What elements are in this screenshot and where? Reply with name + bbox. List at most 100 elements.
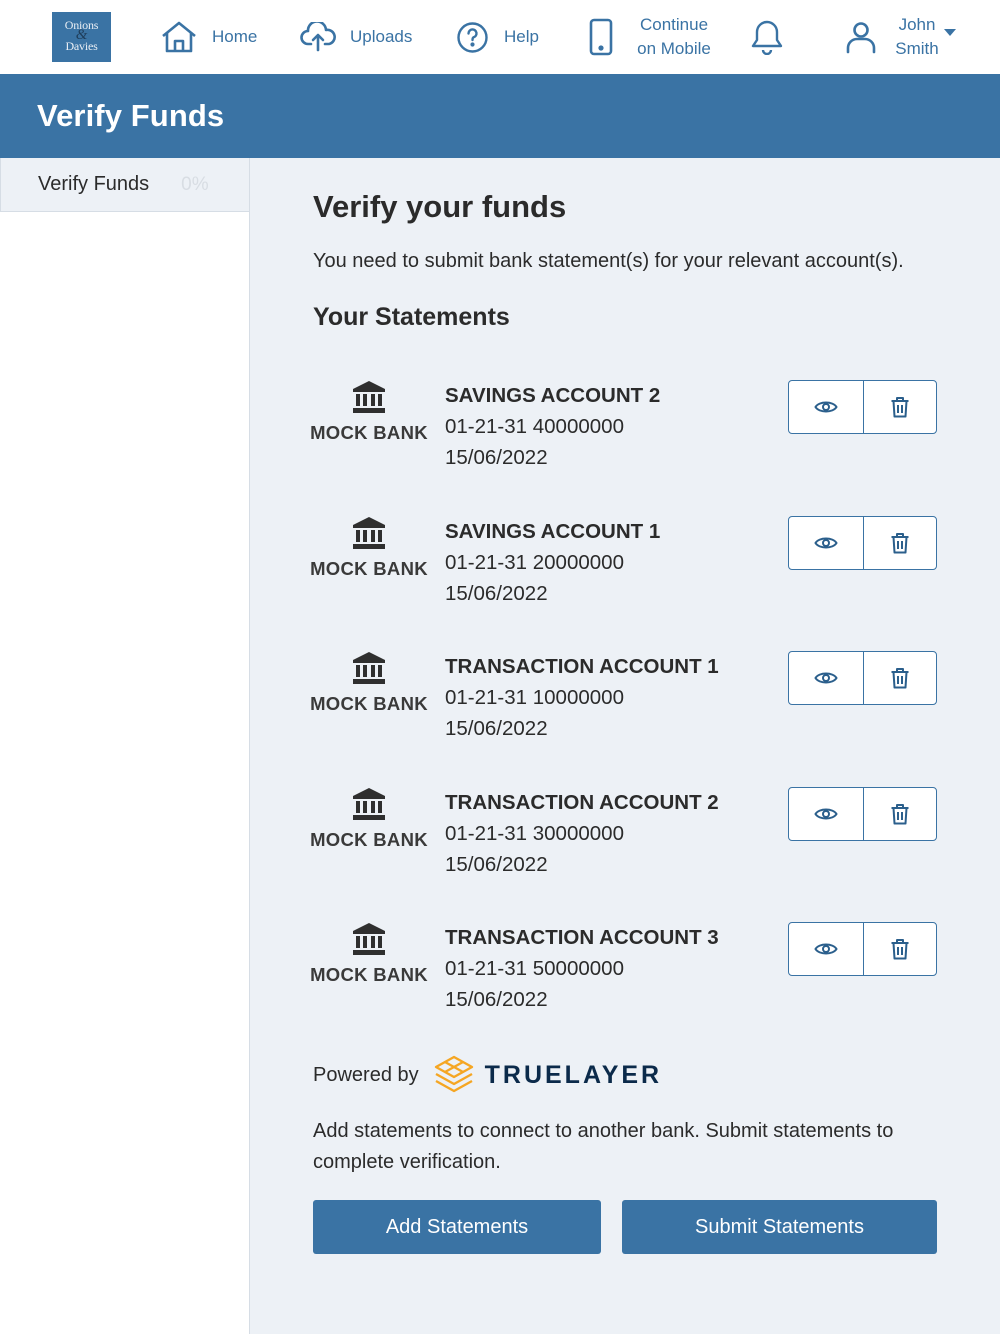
statement-date: 15/06/2022 xyxy=(445,988,548,1011)
account-details: SAVINGS ACCOUNT 1 01-21-31 20000000 15/0… xyxy=(445,516,660,609)
page-title: Verify Funds xyxy=(37,98,225,133)
view-statement-button[interactable] xyxy=(789,923,863,975)
statement-actions xyxy=(788,786,937,841)
bank-building-icon xyxy=(353,923,385,955)
bank-building-icon xyxy=(353,381,385,413)
nav-home-label: Home xyxy=(212,27,258,46)
bank-building-icon xyxy=(353,652,385,684)
provider-name: TRUELAYER xyxy=(484,1060,663,1089)
bell-icon xyxy=(751,20,783,55)
company-logo[interactable]: Onions & Davies xyxy=(52,12,111,62)
bank-name: MOCK BANK xyxy=(310,557,428,579)
trash-icon xyxy=(891,397,909,418)
view-statement-button[interactable] xyxy=(789,652,863,704)
trash-icon xyxy=(891,668,909,689)
home-icon xyxy=(162,21,196,53)
intro-text: You need to submit bank statement(s) for… xyxy=(313,250,904,272)
account-details: SAVINGS ACCOUNT 2 01-21-31 40000000 15/0… xyxy=(445,380,660,473)
account-number: 01-21-31 20000000 xyxy=(445,550,624,574)
bank-name: MOCK BANK xyxy=(310,422,428,443)
account-number: 01-21-31 50000000 xyxy=(445,957,624,980)
mobile-phone-icon xyxy=(589,18,613,56)
view-statement-button[interactable] xyxy=(789,788,863,840)
eye-icon xyxy=(814,537,838,548)
cloud-upload-icon xyxy=(300,22,336,52)
trash-icon xyxy=(891,803,909,824)
view-statement-button[interactable] xyxy=(789,381,863,433)
account-number: 01-21-31 10000000 xyxy=(445,686,624,709)
account-number: 01-21-31 40000000 xyxy=(445,415,624,438)
delete-statement-button[interactable] xyxy=(862,652,937,704)
bank-name: MOCK BANK xyxy=(310,693,428,714)
delete-statement-button[interactable] xyxy=(862,787,937,840)
nav-continue-on-mobile[interactable]: Continue on Mobile xyxy=(588,0,714,74)
section-heading: Verify your funds xyxy=(313,189,567,224)
bank-block: MOCK BANK xyxy=(310,922,428,986)
bank-building-icon xyxy=(353,787,385,820)
account-name: TRANSACTION ACCOUNT 3 xyxy=(445,926,719,949)
account-name: TRANSACTION ACCOUNT 2 xyxy=(445,790,719,814)
logo-line2: Davies xyxy=(65,39,98,53)
sidebar-item-progress: 0% xyxy=(181,173,209,195)
sidebar: Verify Funds 0% xyxy=(0,158,250,1334)
account-details: TRANSACTION ACCOUNT 1 01-21-31 10000000 … xyxy=(445,651,719,744)
bank-block: MOCK BANK xyxy=(310,380,428,444)
eye-icon xyxy=(814,401,838,413)
statement-actions xyxy=(788,922,937,976)
sidebar-item-label: Verify Funds xyxy=(38,173,150,195)
account-name: TRANSACTION ACCOUNT 1 xyxy=(445,655,719,678)
statement-item: MOCK BANK SAVINGS ACCOUNT 2 01-21-31 400… xyxy=(310,380,950,480)
bank-name: MOCK BANK xyxy=(310,964,428,985)
instructions-text: Add statements to connect to another ban… xyxy=(313,1120,894,1173)
statement-item: MOCK BANK SAVINGS ACCOUNT 1 01-21-31 200… xyxy=(310,515,950,616)
add-statements-button[interactable]: Add Statements xyxy=(313,1200,601,1254)
account-name: SAVINGS ACCOUNT 2 xyxy=(445,384,661,407)
nav-help-label: Help xyxy=(504,27,539,46)
sidebar-item-verify-funds[interactable]: Verify Funds 0% xyxy=(0,158,250,212)
user-name: John Smith xyxy=(895,14,939,59)
statements-heading: Your Statements xyxy=(313,303,510,331)
chevron-down-icon[interactable] xyxy=(944,28,956,36)
statement-actions xyxy=(788,380,937,434)
trash-icon xyxy=(891,939,909,960)
statement-item: MOCK BANK TRANSACTION ACCOUNT 1 01-21-31… xyxy=(310,651,950,751)
main-content: Verify your funds You need to submit ban… xyxy=(250,158,1000,1334)
nav-uploads-label: Uploads xyxy=(350,27,413,46)
user-menu[interactable]: John Smith xyxy=(845,0,956,74)
statement-date: 15/06/2022 xyxy=(445,852,548,876)
account-details: TRANSACTION ACCOUNT 2 01-21-31 30000000 … xyxy=(445,787,719,880)
powered-by: Powered by TRUELAYER xyxy=(313,1055,662,1095)
top-navigation: Onions & Davies Home Uploads Help Contin… xyxy=(0,0,1000,74)
truelayer-logo-icon xyxy=(434,1055,473,1093)
submit-statements-button[interactable]: Submit Statements xyxy=(622,1200,937,1254)
statement-date: 15/06/2022 xyxy=(445,717,548,740)
trash-icon xyxy=(891,532,909,553)
statement-actions xyxy=(788,515,937,570)
bank-block: MOCK BANK xyxy=(310,787,428,851)
statement-date: 15/06/2022 xyxy=(445,446,548,469)
powered-by-label: Powered by xyxy=(313,1063,419,1086)
statement-actions xyxy=(788,651,937,705)
notifications-button[interactable] xyxy=(750,0,784,74)
delete-statement-button[interactable] xyxy=(862,381,937,433)
eye-icon xyxy=(814,808,838,819)
nav-uploads[interactable]: Uploads xyxy=(300,0,412,74)
help-circle-icon xyxy=(457,21,488,53)
nav-home[interactable]: Home xyxy=(160,0,257,74)
nav-help[interactable]: Help xyxy=(456,0,539,74)
page-banner: Verify Funds xyxy=(0,74,1000,158)
nav-mobile-label: Continue on Mobile xyxy=(637,14,711,59)
bank-name: MOCK BANK xyxy=(310,828,428,850)
delete-statement-button[interactable] xyxy=(862,923,937,975)
statement-item: MOCK BANK TRANSACTION ACCOUNT 2 01-21-31… xyxy=(310,786,950,887)
view-statement-button[interactable] xyxy=(789,517,863,569)
statement-date: 15/06/2022 xyxy=(445,581,548,605)
delete-statement-button[interactable] xyxy=(862,516,937,569)
eye-icon xyxy=(814,943,838,955)
user-icon xyxy=(846,22,876,54)
eye-icon xyxy=(814,672,838,684)
account-name: SAVINGS ACCOUNT 1 xyxy=(445,519,661,543)
bank-building-icon xyxy=(353,516,385,549)
account-number: 01-21-31 30000000 xyxy=(445,821,624,845)
account-details: TRANSACTION ACCOUNT 3 01-21-31 50000000 … xyxy=(445,922,719,1015)
